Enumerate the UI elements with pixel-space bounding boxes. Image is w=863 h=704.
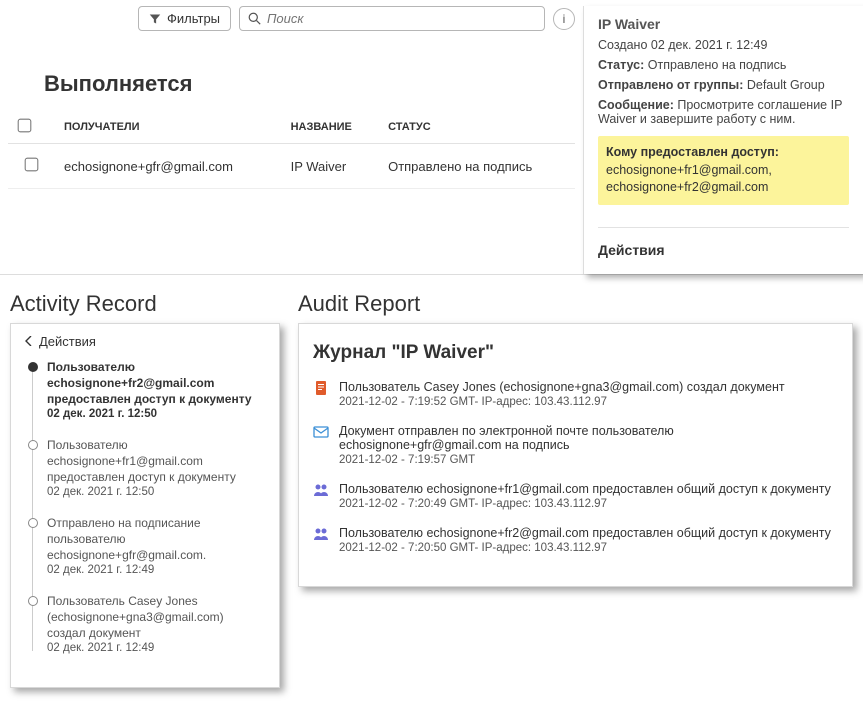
share-icon [313, 526, 329, 542]
timeline-text: Пользователю echosignone+fr1@gmail.com п… [47, 437, 265, 486]
toolbar: Фильтры i [8, 6, 575, 41]
info-button[interactable]: i [553, 8, 575, 30]
doc-icon [313, 380, 329, 396]
timeline: Пользователю echosignone+fr2@gmail.com п… [25, 359, 265, 657]
audit-entry-meta: 2021-12-02 - 7:20:49 GMT- IP-адрес: 103.… [339, 498, 831, 510]
col-status: СТАТУС [378, 111, 575, 144]
audit-entry-meta: 2021-12-02 - 7:19:52 GMT- IP-адрес: 103.… [339, 396, 785, 408]
timeline-date: 02 дек. 2021 г. 12:50 [47, 407, 265, 423]
audit-entry-body: Пользователю echosignone+fr2@gmail.com п… [339, 526, 831, 554]
shared-block: Кому предоставлен доступ: echosignone+fr… [598, 136, 849, 205]
activity-heading: Activity Record [10, 291, 280, 317]
info-icon: i [563, 12, 566, 26]
detail-sidebar: IP Waiver Создано 02 дек. 2021 г. 12:49 … [583, 6, 863, 274]
audit-entry: Пользователю echosignone+fr2@gmail.com п… [313, 526, 838, 554]
timeline-date: 02 дек. 2021 г. 12:49 [47, 641, 265, 657]
audit-entry-text: Пользователю echosignone+fr2@gmail.com п… [339, 526, 831, 540]
table-row[interactable]: echosignone+gfr@gmail.com IP Waiver Отпр… [8, 144, 575, 189]
search-icon [248, 12, 261, 25]
row-checkbox[interactable] [24, 158, 38, 172]
detail-title: IP Waiver [598, 16, 849, 32]
col-checkbox [8, 111, 54, 144]
search-input-wrap[interactable] [239, 6, 545, 31]
timeline-item: Пользователь Casey Jones (echosignone+gn… [47, 593, 265, 657]
audit-journal-title: Журнал "IP Waiver" [313, 342, 838, 364]
audit-entry: Пользователю echosignone+fr1@gmail.com п… [313, 482, 838, 510]
audit-column: Audit Report Журнал "IP Waiver" Пользова… [298, 291, 853, 587]
timeline-text: Отправлено на подписание пользователю ec… [47, 515, 265, 564]
audit-entry: Документ отправлен по электронной почте … [313, 424, 838, 466]
cell-status: Отправлено на подпись [378, 144, 575, 189]
timeline-date: 02 дек. 2021 г. 12:49 [47, 563, 265, 579]
group-value: Default Group [747, 78, 825, 92]
col-title: НАЗВАНИЕ [281, 111, 379, 144]
activity-panel: Действия Пользователю echosignone+fr2@gm… [10, 323, 280, 688]
detail-status: Статус: Отправлено на подпись [598, 58, 849, 72]
status-label: Статус: [598, 58, 644, 72]
audit-entry-meta: 2021-12-02 - 7:20:50 GMT- IP-адрес: 103.… [339, 542, 831, 554]
mail-icon [313, 424, 329, 440]
audit-entry-text: Документ отправлен по электронной почте … [339, 424, 838, 452]
timeline-item: Пользователю echosignone+fr1@gmail.com п… [47, 437, 265, 501]
audit-entry-text: Пользователю echosignone+fr1@gmail.com п… [339, 482, 831, 496]
lower-row: Activity Record Действия Пользователю ec… [0, 275, 863, 704]
activity-back[interactable]: Действия [25, 334, 265, 349]
activity-column: Activity Record Действия Пользователю ec… [10, 291, 280, 688]
agreements-table: ПОЛУЧАТЕЛИ НАЗВАНИЕ СТАТУС echosignone+g… [8, 111, 575, 189]
chevron-left-icon [25, 336, 33, 346]
cell-title: IP Waiver [281, 144, 379, 189]
audit-entry-text: Пользователь Casey Jones (echosignone+gn… [339, 380, 785, 394]
col-recipients: ПОЛУЧАТЕЛИ [54, 111, 281, 144]
detail-created: Создано 02 дек. 2021 г. 12:49 [598, 38, 849, 52]
search-input[interactable] [267, 11, 536, 26]
audit-list: Пользователь Casey Jones (echosignone+gn… [313, 380, 838, 554]
audit-entry: Пользователь Casey Jones (echosignone+gn… [313, 380, 838, 408]
detail-group: Отправлено от группы: Default Group [598, 78, 849, 92]
dashboard-panel: Фильтры i Выполняется ПОЛУЧАТЕЛИ НАЗВАНИ… [0, 0, 863, 275]
funnel-icon [149, 13, 161, 25]
audit-entry-body: Пользователю echosignone+fr1@gmail.com п… [339, 482, 831, 510]
audit-heading: Audit Report [298, 291, 853, 317]
filters-button[interactable]: Фильтры [138, 6, 231, 31]
audit-panel: Журнал "IP Waiver" Пользователь Casey Jo… [298, 323, 853, 587]
audit-entry-body: Пользователь Casey Jones (echosignone+gn… [339, 380, 785, 408]
activity-panel-title: Действия [39, 334, 96, 349]
share-icon [313, 482, 329, 498]
audit-entry-body: Документ отправлен по электронной почте … [339, 424, 838, 466]
shared-value: echosignone+fr1@gmail.com, echosignone+f… [606, 162, 841, 197]
select-all-checkbox[interactable] [18, 119, 32, 133]
timeline-text: Пользователь Casey Jones (echosignone+gn… [47, 593, 265, 642]
shared-label: Кому предоставлен доступ: [606, 144, 841, 162]
filters-label: Фильтры [167, 11, 220, 26]
section-title: Выполняется [44, 71, 575, 97]
group-label: Отправлено от группы: [598, 78, 743, 92]
dashboard-main: Фильтры i Выполняется ПОЛУЧАТЕЛИ НАЗВАНИ… [0, 6, 583, 274]
audit-entry-meta: 2021-12-02 - 7:19:57 GMT [339, 454, 838, 466]
cell-recipient: echosignone+gfr@gmail.com [54, 144, 281, 189]
status-value: Отправлено на подпись [648, 58, 787, 72]
timeline-item: Пользователю echosignone+fr2@gmail.com п… [47, 359, 265, 423]
timeline-text: Пользователю echosignone+fr2@gmail.com п… [47, 359, 265, 408]
detail-message: Сообщение: Просмотрите соглашение IP Wai… [598, 98, 849, 126]
actions-heading[interactable]: Действия [598, 227, 849, 258]
message-label: Сообщение: [598, 98, 674, 112]
timeline-date: 02 дек. 2021 г. 12:50 [47, 485, 265, 501]
timeline-item: Отправлено на подписание пользователю ec… [47, 515, 265, 579]
